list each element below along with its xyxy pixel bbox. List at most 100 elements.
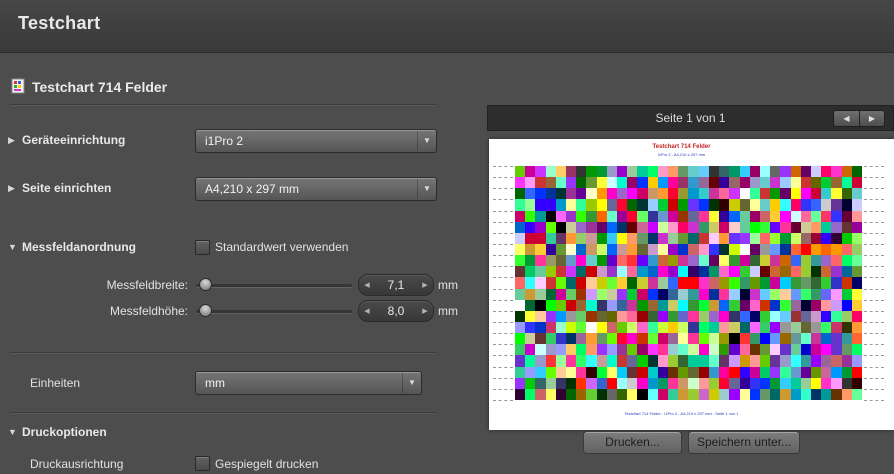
color-patch [749,166,760,178]
slider-thumb[interactable] [199,304,212,317]
color-patch [545,344,556,356]
slider-thumb[interactable] [199,278,212,291]
color-patch [515,277,526,289]
color-patch [729,333,740,345]
color-patch [535,388,546,400]
color-patch [708,210,720,222]
color-patch [780,322,791,334]
color-patch [678,310,689,322]
color-patch [576,355,587,367]
stepper-left-icon[interactable]: ◀ [359,307,375,315]
color-patch [749,210,760,222]
units-dropdown[interactable]: mm ▼ [195,371,422,395]
disclosure-patch-layout-icon[interactable]: ▼ [8,242,17,252]
color-patch [841,210,852,222]
color-patch [800,210,811,222]
slider-track[interactable] [196,284,352,287]
color-patch [545,277,556,289]
color-patch [698,388,709,400]
previous-page-button[interactable]: ◀ [833,110,859,127]
disclosure-device-icon[interactable]: ▶ [8,135,15,146]
device-dropdown[interactable]: i1Pro 2 ▼ [195,129,437,153]
color-patch [515,288,526,300]
color-patch [759,255,771,267]
color-patch [576,266,587,278]
registration-mark [864,277,884,278]
default-value-checkbox-label: Standardwert verwenden [215,240,349,254]
patch-width-stepper[interactable]: ◀ 7,1 ▶ [358,274,434,296]
color-patch [851,310,862,322]
patch-width-slider[interactable] [196,278,352,292]
registration-mark [864,400,884,401]
patch-height-stepper[interactable]: ◀ 8,0 ▶ [358,300,434,322]
registration-mark [864,300,884,301]
color-patch [708,333,720,345]
color-patch [790,210,801,222]
registration-mark [864,289,884,290]
color-patch [678,210,689,222]
disclosure-print-options-icon[interactable]: ▼ [8,427,17,437]
color-patch [627,344,638,356]
color-patch [566,232,577,244]
registration-mark [493,300,513,301]
color-patch [759,366,771,378]
color-patch [566,221,577,233]
color-patch [555,210,567,222]
registration-mark [493,199,513,200]
color-patch [637,299,648,311]
print-button[interactable]: Drucken... [583,431,682,454]
patch-height-value: 8,0 [387,304,405,318]
slider-track[interactable] [196,310,352,313]
page-setup-dropdown[interactable]: A4,210 x 297 mm ▼ [195,177,437,201]
stepper-left-icon[interactable]: ◀ [359,281,375,289]
section-device-label: Geräteeinrichtung [22,133,126,147]
color-patch [637,221,648,233]
color-patch [668,377,679,389]
color-patch [647,310,658,322]
color-patch [637,377,648,389]
disclosure-page-setup-icon[interactable]: ▶ [8,183,15,194]
color-patch [780,199,791,211]
mirrored-print-checkbox[interactable] [195,456,210,471]
color-patch [790,266,801,278]
save-as-button[interactable]: Speichern unter... [688,431,800,454]
color-patch [678,333,689,345]
color-patch [851,322,862,334]
color-patch [617,277,628,289]
color-patch [770,255,781,267]
color-patch [525,310,536,322]
color-patch [515,188,526,200]
color-patch [657,355,669,367]
color-patch [810,199,822,211]
color-patch [841,322,852,334]
registration-mark [493,222,513,223]
window-title: Testchart [18,13,101,33]
stepper-right-icon[interactable]: ▶ [417,307,433,315]
color-patch [586,199,597,211]
color-patch [759,377,771,389]
color-patch [678,221,689,233]
divider [10,352,437,353]
stepper-right-icon[interactable]: ▶ [417,281,433,289]
page-setup-dropdown-value: A4,210 x 297 mm [205,182,300,196]
registration-mark [493,233,513,234]
color-patch [688,355,699,367]
color-patch [586,333,597,345]
default-value-checkbox[interactable] [195,240,210,255]
color-patch [729,210,740,222]
color-patch [698,377,709,389]
color-patch [606,388,618,400]
registration-mark [493,322,513,323]
preview-pagination: ◀ ▶ [833,110,885,127]
color-patch [545,355,556,367]
next-page-button[interactable]: ▶ [859,110,885,127]
color-patch [729,322,740,334]
color-patch [657,388,669,400]
registration-mark [493,355,513,356]
color-patch [698,244,709,256]
color-patch [647,277,658,289]
patch-height-slider[interactable] [196,304,352,318]
color-patch [770,355,781,367]
color-patch [678,166,689,178]
color-patch [759,177,771,189]
